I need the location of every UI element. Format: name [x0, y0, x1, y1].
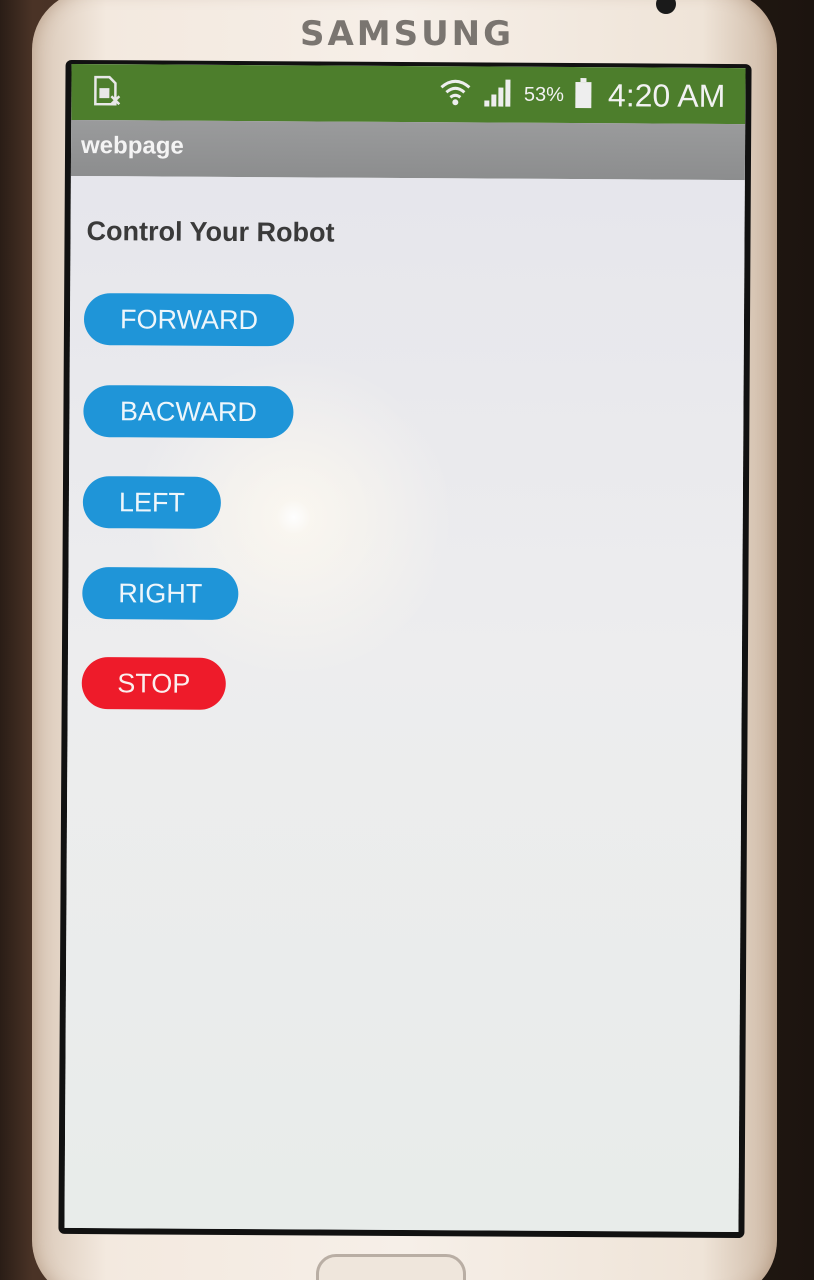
battery-percent: 53%: [523, 83, 565, 106]
left-button[interactable]: LEFT: [82, 476, 222, 529]
wifi-icon: [438, 75, 472, 114]
status-right-group: 53% 4:20 AM: [438, 72, 726, 118]
device-brand-logo: SAMSUNG: [299, 14, 515, 54]
app-title-bar: webpage: [70, 119, 746, 181]
backward-button[interactable]: BACWARD: [83, 385, 294, 439]
home-button[interactable]: [316, 1254, 466, 1280]
page-heading: Control Your Robot: [86, 216, 335, 248]
stop-button[interactable]: STOP: [81, 657, 226, 710]
right-button[interactable]: RIGHT: [82, 567, 239, 620]
webpage-content: Control Your Robot FORWARD BACWARD LEFT …: [64, 175, 745, 1233]
phone-screen: 53% 4:20 AM webpage Control Your Robot F…: [64, 63, 746, 1233]
app-title: webpage: [80, 132, 184, 160]
signal-icon: [482, 76, 514, 113]
forward-button[interactable]: FORWARD: [83, 293, 295, 347]
status-clock: 4:20 AM: [607, 76, 726, 114]
sim-card-icon: [91, 74, 121, 108]
battery-icon: [574, 77, 592, 114]
status-bar: 53% 4:20 AM: [71, 63, 746, 125]
photo-background: SAMSUNG 53% 4:20 AM webpage Control Your…: [0, 0, 814, 1280]
